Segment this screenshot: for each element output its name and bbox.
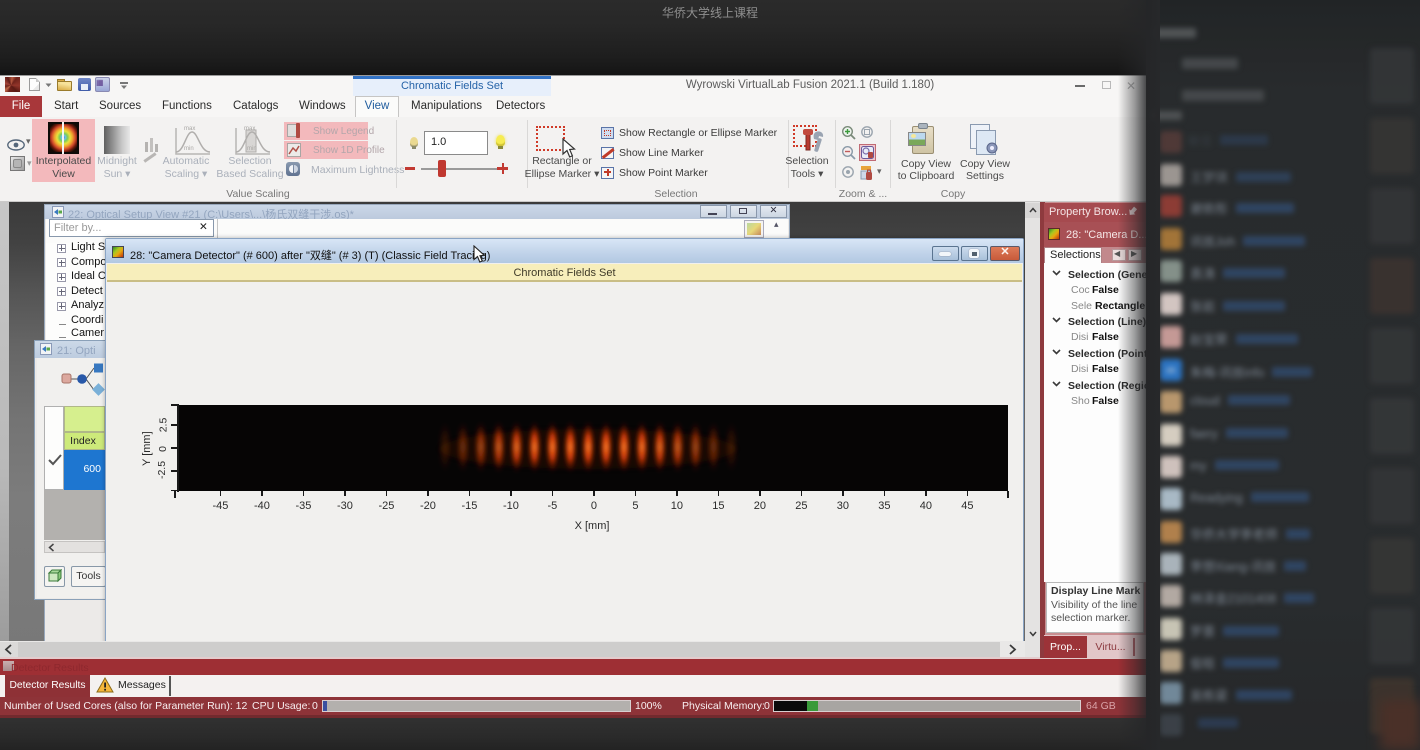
- svg-text:min: min: [247, 146, 257, 152]
- svg-text:min: min: [184, 146, 194, 152]
- svg-text:max: max: [244, 126, 255, 132]
- svg-text:max: max: [184, 126, 195, 132]
